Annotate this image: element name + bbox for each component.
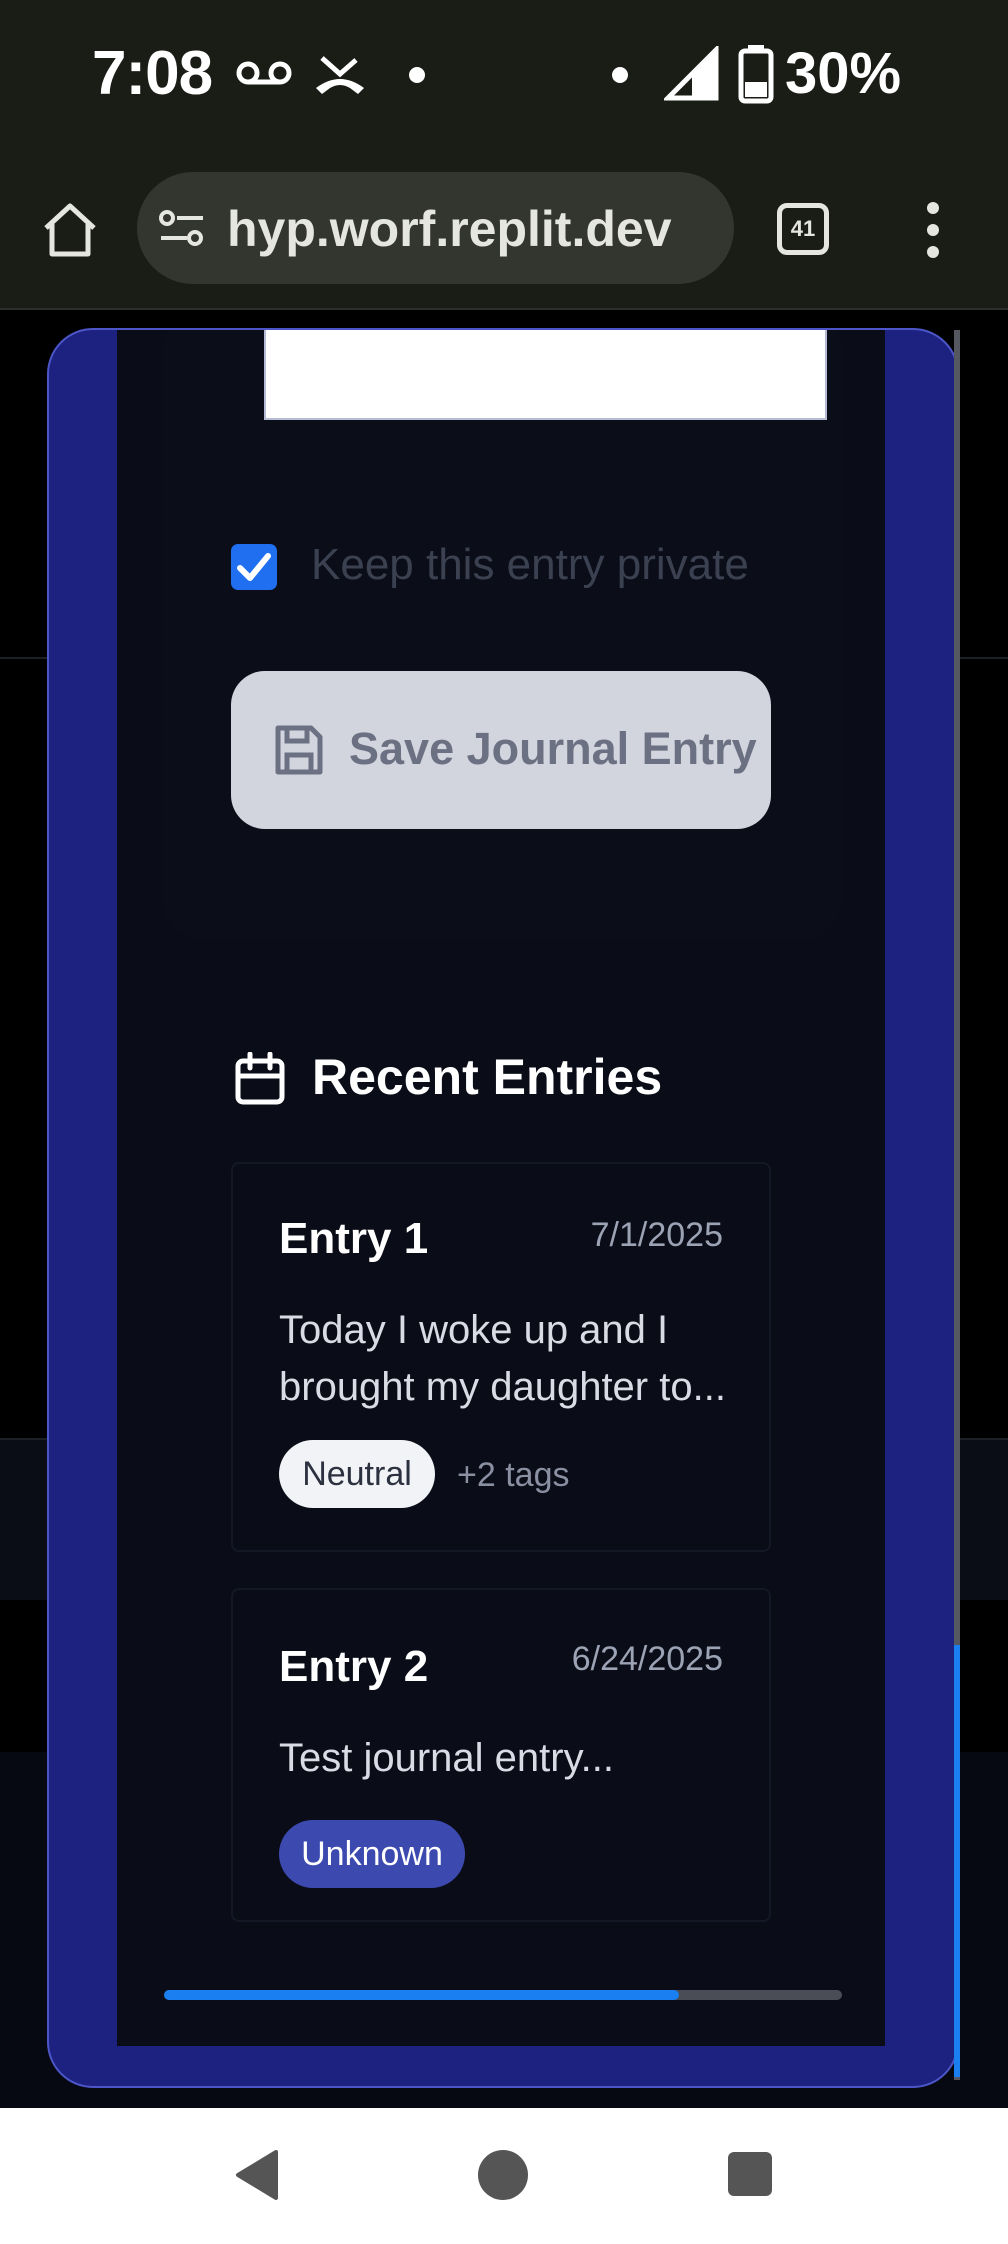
- entry-title: Entry 1: [279, 1214, 429, 1263]
- private-checkbox[interactable]: [231, 544, 277, 590]
- journal-text-input[interactable]: [264, 330, 827, 420]
- private-checkbox-label[interactable]: Keep this entry private: [311, 540, 749, 590]
- recents-button[interactable]: [728, 2152, 772, 2196]
- battery-percentage: 30%: [785, 41, 902, 106]
- horizontal-scrollbar[interactable]: [164, 1990, 842, 2000]
- battery-icon: [738, 45, 774, 104]
- back-icon[interactable]: [232, 2148, 280, 2202]
- modal-content: Keep this entry private Save Journal Ent…: [117, 330, 885, 2046]
- home-icon[interactable]: [40, 200, 100, 260]
- more-options-icon[interactable]: [925, 202, 941, 258]
- vertical-scrollbar[interactable]: [954, 330, 960, 2080]
- mood-tag: Neutral: [279, 1440, 435, 1508]
- url-text[interactable]: hyp.worf.replit.dev: [227, 200, 727, 258]
- calendar-icon: [235, 1052, 285, 1105]
- entry-preview: Test journal entry...: [279, 1736, 614, 1780]
- entry-card[interactable]: Entry 1 7/1/2025 Today I woke up and I b…: [231, 1162, 771, 1552]
- missed-call-icon: [316, 56, 364, 94]
- journal-modal: Keep this entry private Save Journal Ent…: [47, 328, 959, 2088]
- checkmark-icon: [237, 553, 271, 581]
- tab-switcher-button[interactable]: 41: [777, 203, 829, 255]
- entry-card[interactable]: Entry 2 6/24/2025 Test journal entry... …: [231, 1588, 771, 1922]
- notification-dot-icon: [612, 67, 628, 83]
- home-button[interactable]: [478, 2150, 528, 2200]
- status-time: 7:08: [92, 39, 213, 108]
- save-journal-entry-button[interactable]: Save Journal Entry: [231, 671, 771, 829]
- address-bar[interactable]: hyp.worf.replit.dev: [137, 172, 734, 284]
- entry-title: Entry 2: [279, 1642, 429, 1691]
- save-icon: [275, 725, 323, 775]
- notification-dot-icon: [409, 67, 425, 83]
- recent-entries-title: Recent Entries: [312, 1049, 663, 1105]
- voicemail-icon: [236, 61, 292, 85]
- entry-preview: Today I woke up and I brought my daughte…: [279, 1308, 726, 1409]
- horizontal-scrollbar-thumb[interactable]: [164, 1990, 679, 2000]
- entry-date: 6/24/2025: [571, 1640, 723, 1678]
- browser-toolbar: hyp.worf.replit.dev 41: [0, 150, 1008, 310]
- save-button-label: Save Journal Entry: [349, 723, 757, 774]
- mood-tag: Unknown: [279, 1820, 465, 1888]
- entry-date: 7/1/2025: [590, 1216, 723, 1254]
- cell-signal-icon: [664, 46, 719, 101]
- extra-tags-count: +2 tags: [457, 1456, 570, 1494]
- status-bar: 7:08 30%: [0, 0, 1008, 150]
- system-navigation-bar: [0, 2108, 1008, 2244]
- vertical-scrollbar-thumb[interactable]: [954, 1645, 960, 2077]
- site-settings-icon[interactable]: [159, 208, 205, 248]
